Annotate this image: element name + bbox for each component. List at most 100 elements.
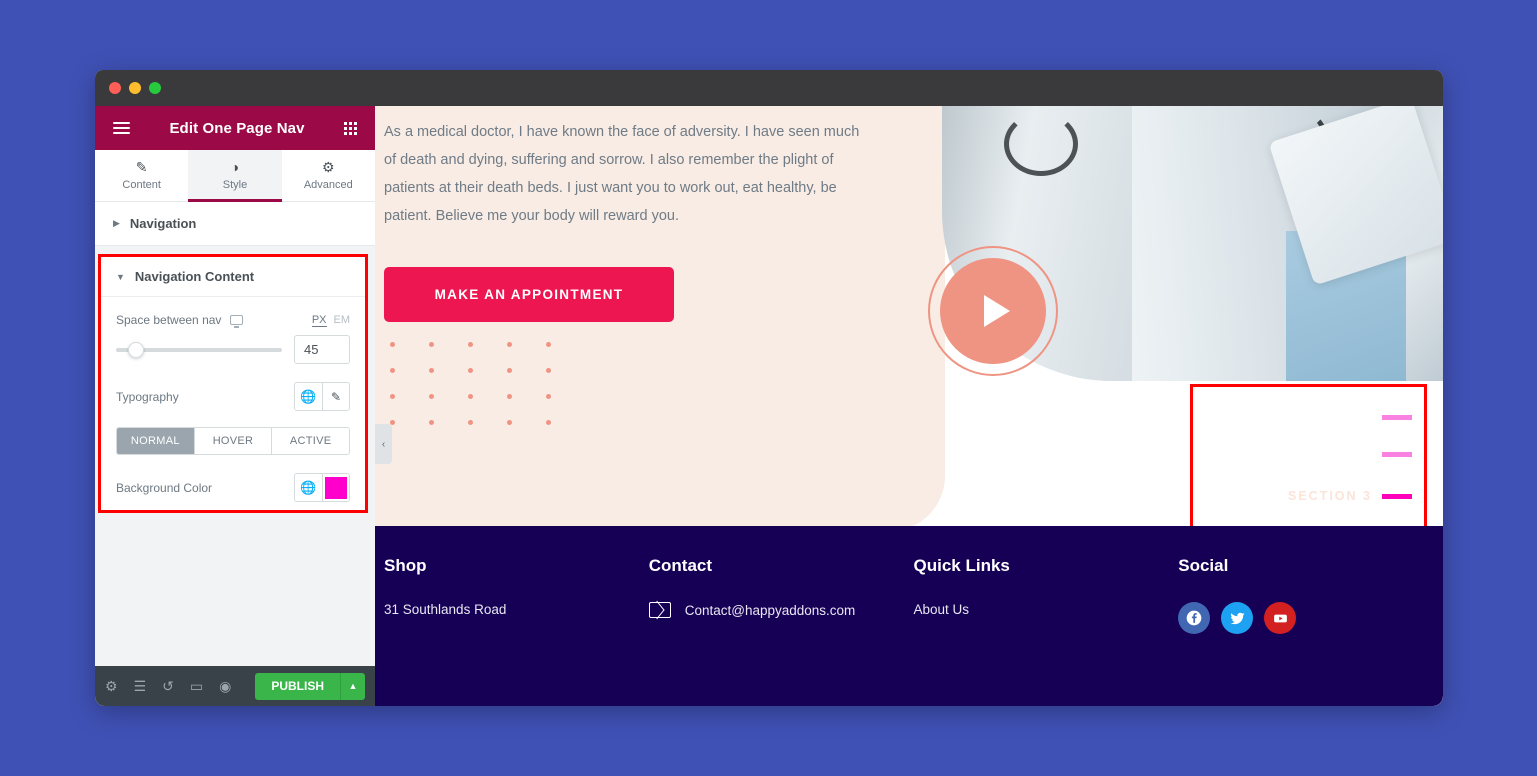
section-navigation-label: Navigation: [129, 216, 197, 231]
desktop-icon[interactable]: [230, 315, 244, 328]
unit-px[interactable]: PX: [311, 314, 327, 327]
social-icons: [1178, 602, 1443, 634]
grid-apps-icon[interactable]: [344, 121, 357, 135]
hero-paragraph: As a medical doctor, I have known the fa…: [384, 124, 860, 224]
footer-email-text: Contact@happyaddons.com: [684, 602, 856, 618]
typography-edit-button[interactable]: ✎: [322, 383, 349, 410]
page-canvas: As a medical doctor, I have known the fa…: [375, 106, 1443, 706]
tab-style-label: Style: [222, 179, 248, 191]
footer-column-contact: Contact Contact@happyaddons.com: [648, 556, 914, 634]
footer-item-email[interactable]: Contact@happyaddons.com: [648, 602, 914, 618]
section-nav-dash-2: [1382, 452, 1412, 457]
tab-advanced-label: Advanced: [303, 179, 353, 191]
footer-column-shop: Shop 31 Southlands Road: [384, 556, 649, 634]
navigation-content-highlight: ▼ Navigation Content Space between nav P…: [98, 254, 368, 513]
section-nav-item-1[interactable]: [1372, 415, 1412, 420]
footer-column-quick-links: Quick Links About Us: [914, 556, 1179, 634]
unit-toggle: PX EM: [311, 314, 351, 327]
history-icon[interactable]: ↺: [162, 678, 174, 695]
twitter-icon[interactable]: [1221, 602, 1254, 634]
chevron-right-icon: ▶: [113, 218, 120, 228]
section-nav-item-3[interactable]: SECTION 3: [1288, 489, 1412, 503]
tab-advanced[interactable]: ⚙ Advanced: [282, 150, 375, 201]
pencil-icon: ✎: [330, 389, 342, 404]
tab-content[interactable]: ✎ Content: [95, 150, 188, 201]
background-color-label: Background Color: [116, 480, 213, 495]
section-navigation-content-label: Navigation Content: [134, 269, 255, 284]
state-tabs: NORMAL HOVER ACTIVE: [116, 427, 350, 455]
panel-empty-area: [95, 513, 375, 666]
footer-about-us-text: About Us: [913, 602, 970, 617]
section-navigation-content[interactable]: ▼ Navigation Content: [101, 257, 365, 297]
window-close-button[interactable]: [109, 82, 121, 94]
youtube-icon[interactable]: [1264, 602, 1297, 634]
elementor-panel: Edit One Page Nav ✎ Content ◑ Style ⚙ Ad…: [95, 106, 375, 706]
globe-icon: 🌐: [300, 388, 317, 404]
make-appointment-button[interactable]: MAKE AN APPOINTMENT: [384, 267, 674, 322]
tab-style[interactable]: ◑ Style: [188, 150, 282, 202]
panel-collapse-handle[interactable]: ‹: [375, 424, 392, 464]
footer-item-about-us[interactable]: About Us: [914, 602, 1179, 617]
play-circle: [940, 258, 1046, 364]
space-between-nav-label: Space between nav: [116, 313, 222, 327]
footer-address-text: 31 Southlands Road: [384, 602, 507, 617]
panel-header: Edit One Page Nav: [95, 106, 375, 150]
panel-tabs: ✎ Content ◑ Style ⚙ Advanced: [95, 150, 375, 202]
mail-icon: [648, 602, 671, 618]
publish-options-button[interactable]: ▲: [340, 672, 365, 700]
hamburger-icon[interactable]: [113, 122, 130, 134]
chevron-down-icon: ▼: [116, 271, 125, 282]
window-maximize-button[interactable]: [149, 82, 161, 94]
color-swatch: [325, 476, 347, 499]
navigator-layers-icon[interactable]: ☰: [134, 678, 147, 695]
publish-button[interactable]: PUBLISH: [255, 672, 340, 700]
background-color-swatch-button[interactable]: [322, 474, 349, 501]
section-nav-highlight: SECTION 3: [1190, 384, 1427, 534]
panel-title: Edit One Page Nav: [169, 119, 305, 137]
state-active[interactable]: ACTIVE: [271, 428, 349, 454]
publish-control: PUBLISH ▲: [255, 672, 365, 700]
unit-em[interactable]: EM: [334, 314, 351, 327]
footer-heading-contact: Contact: [648, 556, 713, 575]
tab-content-label: Content: [122, 179, 161, 191]
section-navigation[interactable]: ▶ Navigation: [95, 202, 375, 246]
space-between-nav-row: Space between nav PX EM: [116, 313, 351, 328]
pencil-icon: ✎: [135, 159, 148, 175]
one-page-nav: SECTION 3: [1288, 387, 1412, 531]
section-nav-item-2[interactable]: [1372, 452, 1412, 457]
typography-label: Typography: [116, 389, 179, 404]
window-minimize-button[interactable]: [129, 82, 141, 94]
section-nav-label-3: SECTION 3: [1288, 489, 1372, 503]
video-play-button[interactable]: [928, 246, 1058, 376]
footer-heading-shop: Shop: [384, 556, 427, 575]
space-between-nav-control: 45: [116, 335, 350, 364]
background-color-row: Background Color 🌐: [116, 473, 350, 502]
space-between-nav-input[interactable]: 45: [294, 335, 350, 364]
space-between-nav-slider[interactable]: [116, 341, 282, 358]
gear-icon: ⚙: [322, 159, 335, 175]
panel-footer: ⚙ ☰ ↺ ▭ ◉ PUBLISH ▲: [95, 666, 375, 706]
slider-knob[interactable]: [127, 341, 144, 358]
decorative-dot-grid: [390, 342, 585, 446]
globe-icon: 🌐: [300, 479, 317, 495]
footer-heading-quick-links: Quick Links: [913, 556, 1010, 575]
responsive-mode-icon[interactable]: ▭: [190, 678, 203, 695]
play-triangle-icon: [983, 295, 1010, 327]
browser-window: Edit One Page Nav ✎ Content ◑ Style ⚙ Ad…: [95, 70, 1443, 706]
typography-row: Typography 🌐 ✎: [116, 382, 350, 411]
settings-gear-icon[interactable]: ⚙: [105, 678, 118, 695]
window-titlebar: [95, 70, 1443, 106]
footer-column-social: Social: [1178, 556, 1443, 634]
section-nav-dash-1: [1382, 415, 1412, 420]
background-globe-button[interactable]: 🌐: [295, 474, 322, 501]
section-nav-dash-3: [1382, 493, 1412, 499]
footer-item-address[interactable]: 31 Southlands Road: [384, 602, 649, 617]
site-footer: Shop 31 Southlands Road Contact Contact@…: [375, 526, 1443, 706]
facebook-icon[interactable]: [1178, 602, 1211, 634]
footer-heading-social: Social: [1178, 556, 1229, 575]
preview-eye-icon[interactable]: ◉: [219, 678, 231, 695]
contrast-icon: ◑: [230, 159, 240, 175]
state-normal[interactable]: NORMAL: [117, 428, 194, 454]
state-hover[interactable]: HOVER: [193, 428, 272, 454]
typography-globe-button[interactable]: 🌐: [295, 383, 322, 410]
